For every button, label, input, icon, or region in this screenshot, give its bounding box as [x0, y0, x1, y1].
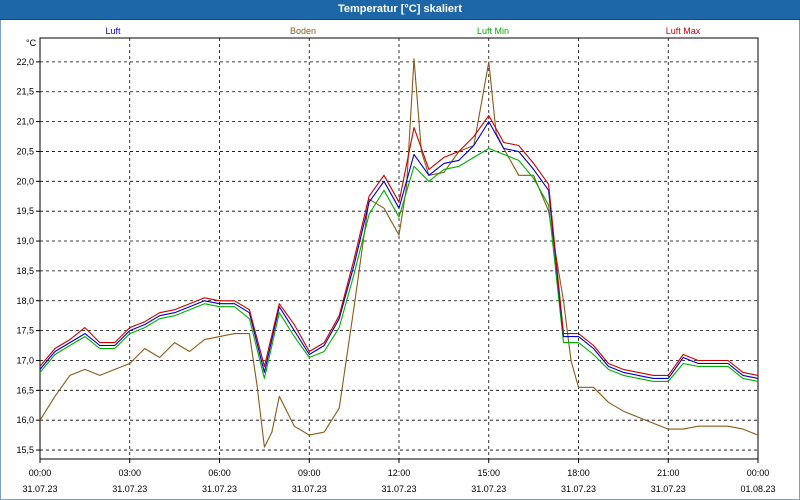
x-tick-time-label: 03:00 — [118, 468, 141, 478]
x-tick-time-label: 00:00 — [29, 468, 52, 478]
x-tick-date-label: 01.08.23 — [740, 484, 775, 494]
y-tick-label: 19,0 — [16, 236, 34, 246]
y-tick-label: 19,5 — [16, 206, 34, 216]
x-tick-date-label: 31.07.23 — [202, 484, 237, 494]
y-tick-label: 18,5 — [16, 266, 34, 276]
x-tick-date-label: 31.07.23 — [22, 484, 57, 494]
legend-entry: Luft — [105, 26, 121, 36]
temperature-chart: 15,5 16,0 16,5 17,0 17,5 18,0 18,5 19,0 19,5 20,0… — [16, 26, 775, 494]
x-tick-time-label: 12:00 — [388, 468, 411, 478]
y-tick-label: 20,5 — [16, 146, 34, 156]
legend-entry: Luft Max — [666, 26, 701, 36]
y-tick-label: 17,0 — [16, 355, 34, 365]
x-tick-time-label: 18:00 — [567, 468, 590, 478]
legend-entry: Luft Min — [477, 26, 509, 36]
x-tick-date-label: 31.07.23 — [651, 484, 686, 494]
x-tick-date-label: 31.07.23 — [561, 484, 596, 494]
y-tick-label: 17,5 — [16, 326, 34, 336]
x-tick-time-label: 21:00 — [657, 468, 680, 478]
y-tick-label: 15,5 — [16, 445, 34, 455]
y-axis-label: °C — [26, 38, 37, 48]
x-tick-date-label: 31.07.23 — [112, 484, 147, 494]
legend-entry: Boden — [290, 26, 316, 36]
y-tick-label: 16,0 — [16, 415, 34, 425]
y-tick-label: 21,5 — [16, 87, 34, 97]
x-tick-time-label: 06:00 — [208, 468, 231, 478]
y-tick-label: 21,0 — [16, 117, 34, 127]
y-tick-label: 22,0 — [16, 57, 34, 67]
x-tick-date-label: 31.07.23 — [471, 484, 506, 494]
x-tick-date-label: 31.07.23 — [381, 484, 416, 494]
x-tick-time-label: 15:00 — [477, 468, 500, 478]
y-tick-label: 16,5 — [16, 385, 34, 395]
x-tick-time-label: 00:00 — [747, 468, 770, 478]
x-tick-date-label: 31.07.23 — [292, 484, 327, 494]
y-tick-label: 18,0 — [16, 296, 34, 306]
x-tick-time-label: 09:00 — [298, 468, 321, 478]
y-tick-label: 20,0 — [16, 176, 34, 186]
